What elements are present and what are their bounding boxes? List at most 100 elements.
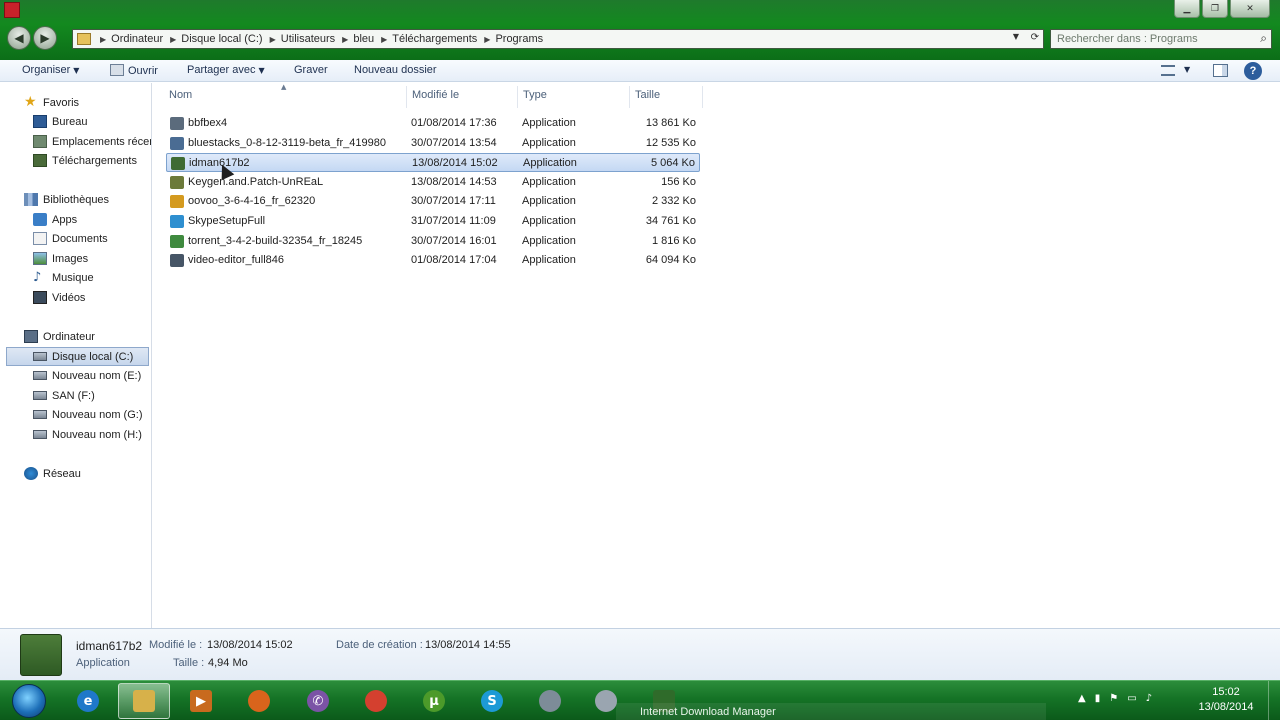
new-folder-button[interactable]: Nouveau dossier [354,64,437,76]
file-row[interactable]: SkypeSetupFull 31/07/2014 11:09 Applicatio… [166,212,700,231]
drive-icon [33,371,47,380]
details-created-value: 13/08/2014 14:55 [425,639,511,651]
column-divider[interactable] [702,86,703,108]
nav-videos[interactable]: Vidéos [0,288,151,307]
taskbar-chrome[interactable] [350,683,402,719]
details-size-label: Taille : [173,657,205,669]
nav-music[interactable]: ♪ Musique [0,268,151,287]
flag-icon[interactable]: ⚑ [1109,693,1118,704]
breadcrumb-item[interactable]: bleu [353,33,374,45]
column-header-size[interactable]: Taille [635,89,660,107]
open-button[interactable]: Ouvrir [110,64,158,77]
taskbar-explorer[interactable] [118,683,170,719]
breadcrumb-item[interactable]: Utilisateurs [281,33,335,45]
nav-label: Emplacements récents [52,135,151,148]
minimize-button[interactable]: ▁ [1174,0,1200,18]
taskbar-window-label[interactable]: Internet Download Manager [640,706,776,718]
clock[interactable]: 15:02 13/08/2014 [1196,685,1256,715]
nav-computer[interactable]: Ordinateur [0,327,151,346]
column-header-name[interactable]: Nom [169,89,192,107]
breadcrumb-chevron-icon[interactable]: ▶ [381,35,387,44]
show-desktop-button[interactable] [1268,681,1280,720]
file-row[interactable]: bbfbex4 01/08/2014 17:36 Application 13 861… [166,114,700,133]
network-signal-icon[interactable]: ▮ [1095,693,1101,704]
breadcrumb-chevron-icon[interactable]: ▶ [270,35,276,44]
preview-pane-icon[interactable] [1213,64,1228,77]
view-options-icon[interactable] [1161,65,1175,76]
chevron-down-icon[interactable]: ▼ [1013,32,1019,41]
nav-drive-f[interactable]: SAN (F:) [0,386,151,405]
nav-label: Nouveau nom (E:) [52,369,142,382]
sort-ascending-icon: ▲ [281,83,287,91]
file-size: 12 535 Ko [645,136,696,149]
column-divider[interactable] [629,86,630,108]
file-type: Application [522,136,576,149]
volume-icon[interactable]: ♪ [1146,693,1152,704]
nav-apps[interactable]: Apps [0,210,151,229]
breadcrumb-item[interactable]: Disque local (C:) [181,33,262,45]
chevron-down-icon[interactable]: ▼ [1184,65,1190,74]
nav-recent-places[interactable]: Emplacements récents [0,132,151,151]
nav-drive-c[interactable]: Disque local (C:) [6,347,149,366]
battery-icon[interactable]: ▭ [1127,693,1136,704]
breadcrumb-item[interactable]: Téléchargements [392,33,477,45]
taskbar-viber[interactable]: ✆ [292,683,344,719]
share-button[interactable]: Partager avec ▼ [187,64,265,76]
refresh-icon[interactable]: ⟳ [1031,32,1039,43]
app-system-icon[interactable] [4,2,20,18]
breadcrumb-chevron-icon[interactable]: ▶ [100,35,106,44]
breadcrumb-item[interactable]: Ordinateur [111,33,163,45]
details-created-label: Date de création : [336,639,423,651]
app-icon [595,690,617,712]
nav-libraries[interactable]: Bibliothèques [0,190,151,209]
breadcrumb-chevron-icon[interactable]: ▶ [170,35,176,44]
maximize-button[interactable]: ❐ [1202,0,1228,18]
application-icon [170,234,184,248]
nav-label: Apps [52,213,78,226]
breadcrumb-item[interactable]: Programs [495,33,543,45]
file-modified: 01/08/2014 17:36 [411,117,497,129]
nav-drive-e[interactable]: Nouveau nom (E:) [0,366,151,385]
nav-drive-g[interactable]: Nouveau nom (G:) [0,405,151,424]
taskbar-utorrent[interactable]: µ [408,683,460,719]
back-button[interactable]: ◀ [7,26,31,50]
nav-favorites[interactable]: ★ Favoris [0,93,151,112]
file-row[interactable]: idman617b2 13/08/2014 15:02 Application 5 0… [166,153,700,173]
drive-icon [33,410,47,419]
burn-button[interactable]: Graver [294,64,328,76]
taskbar-skype[interactable]: S [466,683,518,719]
file-row[interactable]: oovoo_3-6-4-16_fr_62320 30/07/2014 17:11 A… [166,192,700,211]
column-header-type[interactable]: Type [523,89,547,107]
nav-documents[interactable]: Documents [0,229,151,248]
close-button[interactable]: ✕ [1230,0,1270,18]
nav-downloads[interactable]: Téléchargements [0,151,151,170]
nav-network[interactable]: Réseau [0,464,151,483]
nav-label: Favoris [43,96,80,109]
nav-drive-h[interactable]: Nouveau nom (H:) [0,425,151,444]
breadcrumb-chevron-icon[interactable]: ▶ [484,35,490,44]
file-row[interactable]: bluestacks_0-8-12-3119-beta_fr_419980 30/… [166,134,700,153]
column-header-modified[interactable]: Modifié le [412,89,459,107]
start-button[interactable] [12,684,46,718]
taskbar-firefox[interactable] [233,683,285,719]
column-divider[interactable] [406,86,407,108]
forward-button[interactable]: ▶ [33,26,57,50]
taskbar-app[interactable] [524,683,576,719]
help-icon[interactable]: ? [1244,62,1262,80]
file-modified: 30/07/2014 16:01 [411,234,497,247]
nav-images[interactable]: Images [0,249,151,268]
column-divider[interactable] [517,86,518,108]
tray-expand-icon[interactable]: ▲ [1078,693,1086,704]
search-icon[interactable]: ⌕ [1260,31,1267,46]
organize-button[interactable]: Organiser ▼ [22,64,79,76]
address-bar[interactable]: ▶ Ordinateur ▶ Disque local (C:) ▶ Utili… [72,29,1044,49]
apps-icon [33,213,47,226]
taskbar-media-player[interactable]: ▶ [175,683,227,719]
file-row[interactable]: video-editor_full846 01/08/2014 17:04 Appl… [166,251,700,270]
taskbar-ie[interactable]: e [62,683,114,719]
nav-desktop[interactable]: Bureau [0,112,151,131]
file-row[interactable]: torrent_3-4-2-build-32354_fr_18245 30/07/… [166,232,700,251]
search-input[interactable]: Rechercher dans : Programs ⌕ [1050,29,1272,49]
breadcrumb-chevron-icon[interactable]: ▶ [342,35,348,44]
file-row[interactable]: Keygen.and.Patch-UnREaL 13/08/2014 14:53 A… [166,173,700,192]
